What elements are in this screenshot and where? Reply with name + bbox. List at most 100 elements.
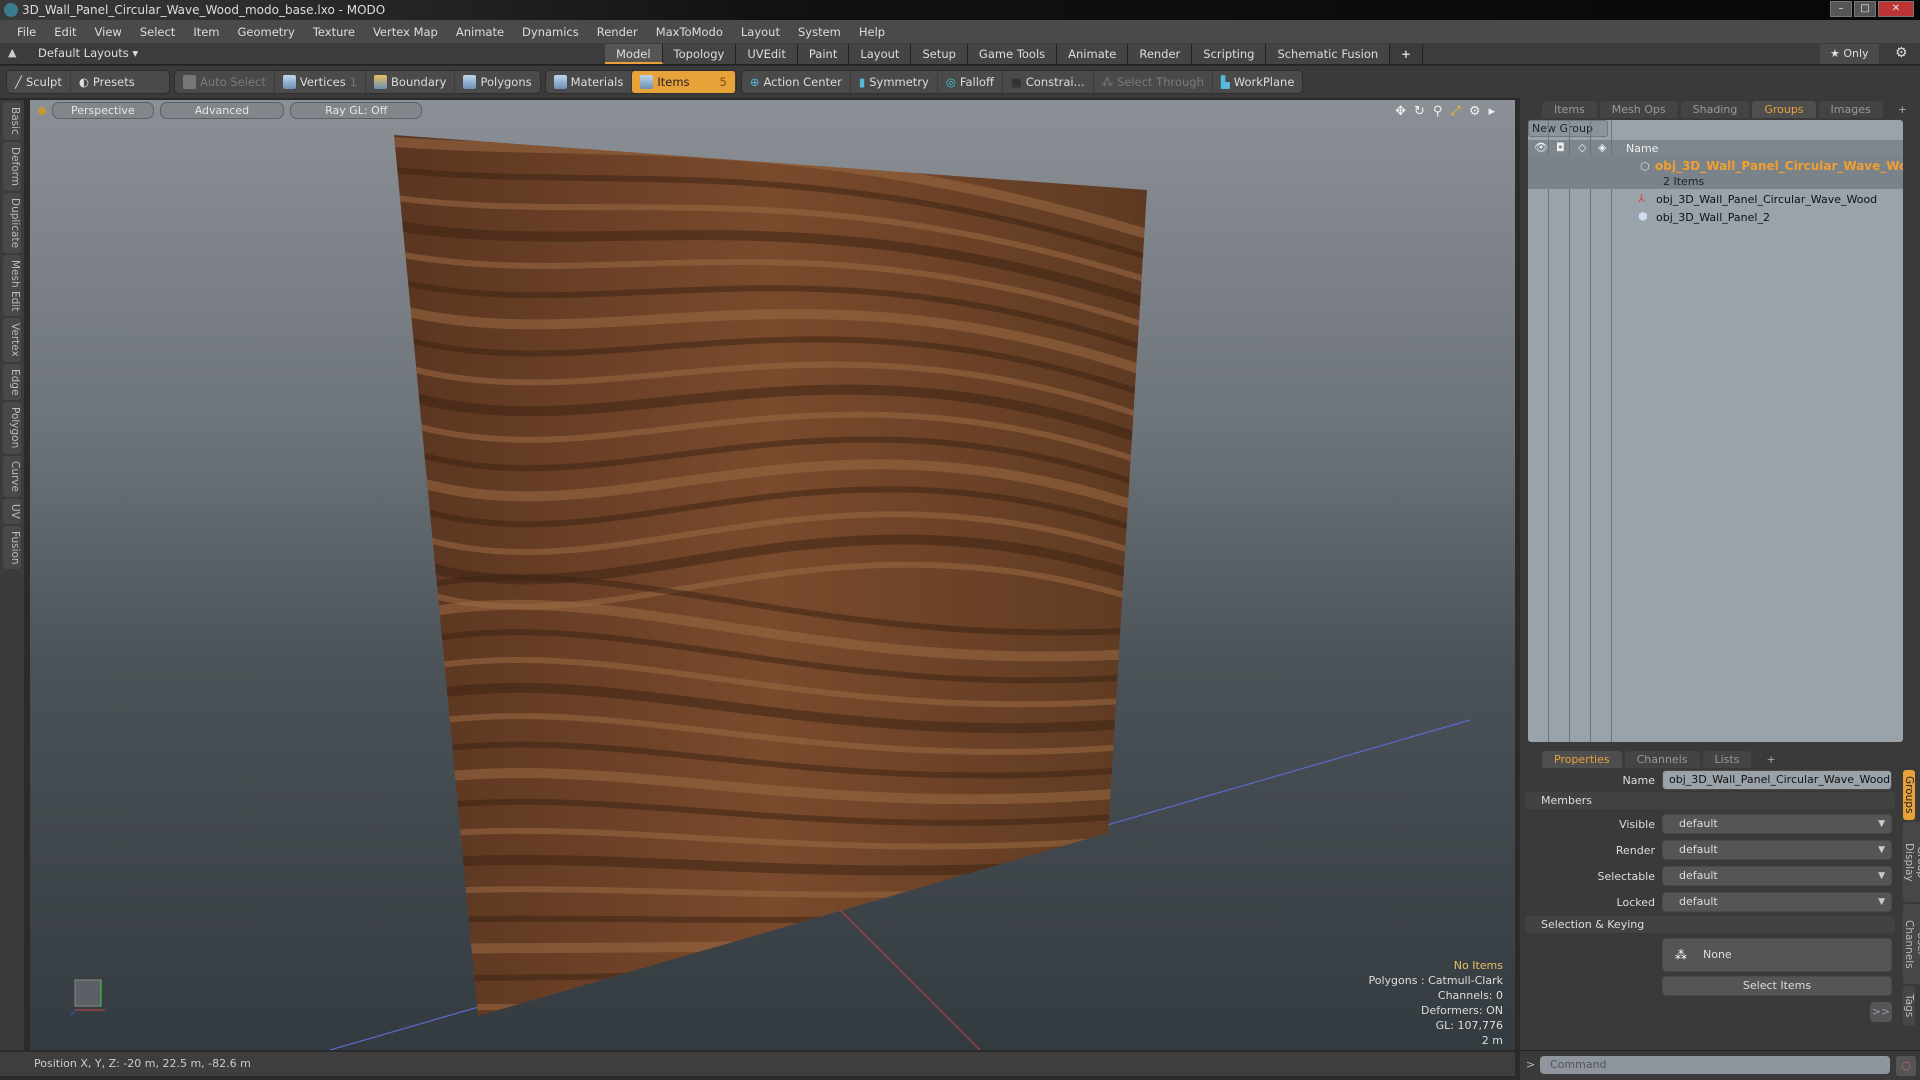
tab-topology[interactable]: Topology: [662, 44, 737, 64]
menu-maxtomodo[interactable]: MaxToModo: [647, 25, 732, 39]
items-button[interactable]: Items 5: [632, 71, 736, 93]
more-button[interactable]: >>: [1870, 1002, 1892, 1022]
tab-channels[interactable]: Channels: [1624, 751, 1700, 768]
render-dropdown[interactable]: default ▼: [1662, 840, 1892, 860]
tab-lists[interactable]: Lists: [1702, 751, 1752, 768]
locked-dropdown[interactable]: default ▼: [1662, 892, 1892, 912]
select-items-button[interactable]: Select Items: [1662, 976, 1892, 996]
selectable-dropdown[interactable]: default ▼: [1662, 866, 1892, 886]
add-tab-button[interactable]: +: [1390, 44, 1423, 64]
tab-deform[interactable]: Deform: [3, 141, 21, 191]
tab-game-tools[interactable]: Game Tools: [967, 44, 1058, 64]
tab-fusion[interactable]: Fusion: [3, 525, 21, 570]
tab-uv[interactable]: UV: [3, 498, 21, 524]
ray-gl-button[interactable]: Ray GL: Off: [290, 102, 423, 119]
maximize-icon[interactable]: ⤢: [1450, 104, 1460, 119]
none-button[interactable]: ⁂ None: [1662, 938, 1892, 972]
boundary-button[interactable]: Boundary: [366, 71, 456, 93]
tab-polygon[interactable]: Polygon: [3, 402, 21, 454]
pan-icon[interactable]: ✥: [1395, 104, 1406, 119]
tab-vertex[interactable]: Vertex: [3, 318, 21, 362]
materials-button[interactable]: Materials: [546, 71, 633, 93]
default-layouts-dropdown[interactable]: Default Layouts ▾: [38, 46, 138, 60]
tab-mesh-edit[interactable]: Mesh Edit: [3, 254, 21, 317]
tab-properties[interactable]: Properties: [1542, 751, 1622, 768]
close-button[interactable]: ✕: [1878, 1, 1914, 17]
polygons-button[interactable]: Polygons: [455, 71, 539, 93]
menu-render[interactable]: Render: [588, 25, 647, 39]
view-type-button[interactable]: Perspective: [52, 102, 154, 119]
side-tab-tags[interactable]: Tags: [1903, 986, 1915, 1026]
tab-curve[interactable]: Curve: [3, 455, 21, 497]
minimize-button[interactable]: –: [1830, 1, 1852, 17]
tab-shading[interactable]: Shading: [1680, 101, 1750, 118]
tab-layout[interactable]: Layout: [849, 44, 912, 64]
zoom-icon[interactable]: ⚲: [1433, 104, 1443, 119]
tab-groups[interactable]: Groups: [1752, 101, 1816, 118]
menu-view[interactable]: View: [86, 25, 131, 39]
tab-duplicate[interactable]: Duplicate: [3, 192, 21, 253]
sculpt-button[interactable]: ╱ Sculpt: [7, 71, 71, 93]
menu-vertex-map[interactable]: Vertex Map: [364, 25, 447, 39]
add-tab-icon[interactable]: +: [1754, 751, 1787, 768]
selection-keying-section[interactable]: Selection & Keying: [1525, 916, 1895, 933]
only-button[interactable]: ★ Only: [1820, 44, 1879, 64]
symmetry-button[interactable]: ▮ Symmetry: [851, 71, 938, 93]
viewport-menu-arrow-icon[interactable]: ▸: [1488, 104, 1495, 119]
tab-items[interactable]: Items: [1542, 101, 1597, 118]
modo-logo-icon: [4, 3, 18, 17]
layout-up-icon[interactable]: ▲: [8, 46, 16, 59]
group-row[interactable]: ⬡ obj_3D_Wall_Panel_Circular_Wave_Wood 2…: [1528, 157, 1903, 189]
members-section[interactable]: Members: [1525, 792, 1895, 809]
list-item[interactable]: obj_3D_Wall_Panel_Circular_Wave_Wood: [1656, 193, 1877, 206]
menu-edit[interactable]: Edit: [45, 25, 85, 39]
command-input[interactable]: Command: [1540, 1056, 1890, 1074]
menu-layout[interactable]: Layout: [732, 25, 789, 39]
constraints-button[interactable]: ■ Constrai...: [1003, 71, 1094, 93]
menu-help[interactable]: Help: [850, 25, 894, 39]
menu-system[interactable]: System: [789, 25, 850, 39]
menu-geometry[interactable]: Geometry: [229, 25, 304, 39]
list-item[interactable]: obj_3D_Wall_Panel_2: [1656, 211, 1770, 224]
gear-icon[interactable]: ⚙: [1895, 45, 1908, 61]
add-tab-icon[interactable]: +: [1886, 101, 1919, 118]
auto-select-button[interactable]: Auto Select: [175, 71, 275, 93]
side-tab-user-channels[interactable]: User Channels: [1903, 904, 1920, 984]
menu-item[interactable]: Item: [184, 25, 228, 39]
visible-dropdown[interactable]: default ▼: [1662, 814, 1892, 834]
tab-setup[interactable]: Setup: [911, 44, 968, 64]
side-tab-group-display[interactable]: Group Display: [1903, 822, 1920, 902]
action-center-button[interactable]: ⊕ Action Center: [742, 71, 851, 93]
workplane-button[interactable]: ▙ WorkPlane: [1213, 71, 1303, 93]
tab-basic[interactable]: Basic: [3, 102, 21, 140]
tab-images[interactable]: Images: [1818, 101, 1883, 118]
tab-model[interactable]: Model: [605, 44, 663, 64]
menu-animate[interactable]: Animate: [447, 25, 513, 39]
name-field[interactable]: obj_3D_Wall_Panel_Circular_Wave_Wood (2): [1662, 770, 1892, 804]
tab-mesh-ops[interactable]: Mesh Ops: [1599, 101, 1678, 118]
maximize-button[interactable]: □: [1854, 1, 1876, 17]
new-group-button[interactable]: New Group: [1528, 120, 1608, 137]
rotate-icon[interactable]: ↻: [1414, 104, 1425, 119]
menu-file[interactable]: File: [8, 25, 45, 39]
presets-button[interactable]: ◐ Presets: [71, 71, 143, 93]
menu-texture[interactable]: Texture: [304, 25, 364, 39]
group-count: 2 Items: [1663, 175, 1705, 188]
falloff-button[interactable]: ◎ Falloff: [938, 71, 1003, 93]
side-tab-groups[interactable]: Groups: [1903, 770, 1915, 820]
tab-schematic-fusion[interactable]: Schematic Fusion: [1266, 44, 1391, 64]
shading-button[interactable]: Advanced: [159, 102, 285, 119]
vertices-button[interactable]: Vertices 1: [275, 71, 367, 93]
tab-render[interactable]: Render: [1128, 44, 1193, 64]
tab-animate[interactable]: Animate: [1057, 44, 1129, 64]
tab-edge[interactable]: Edge: [3, 363, 21, 401]
select-through-button[interactable]: ⁂ Select Through: [1094, 71, 1213, 93]
tab-uvedit[interactable]: UVEdit: [736, 44, 798, 64]
3d-viewport[interactable]: Perspective Advanced Ray GL: Off ✥ ↻ ⚲ ⤢ ⚙ ▸ …: [30, 100, 1515, 1050]
tab-scripting[interactable]: Scripting: [1192, 44, 1267, 64]
menu-dynamics[interactable]: Dynamics: [513, 25, 588, 39]
menu-select[interactable]: Select: [131, 25, 184, 39]
viewport-gear-icon[interactable]: ⚙: [1469, 104, 1481, 119]
tab-paint[interactable]: Paint: [797, 44, 850, 64]
record-icon[interactable]: ○: [1896, 1056, 1916, 1076]
